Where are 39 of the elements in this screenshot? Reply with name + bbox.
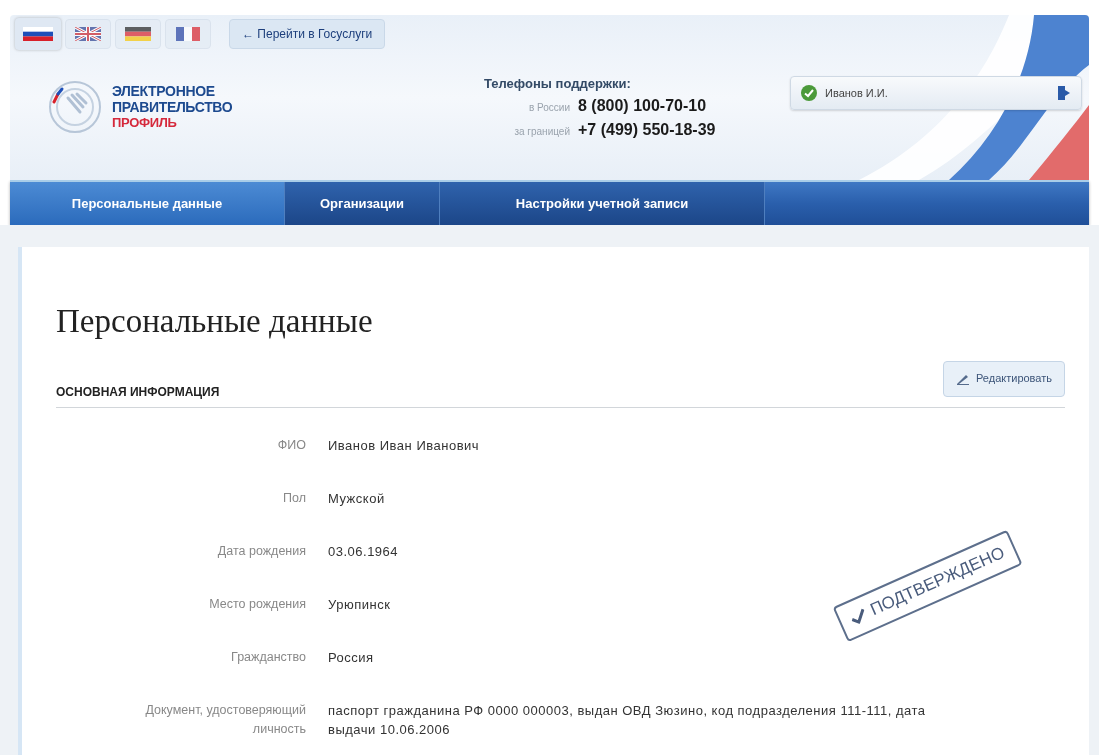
support-region-label: за границей [513,124,570,139]
british-flag-icon [75,27,101,41]
support-region-label: в России [527,100,570,115]
user-box[interactable]: Иванов И.И. [790,76,1082,110]
field-value: Иванов Иван Иванович [328,436,481,455]
language-button[interactable] [15,18,61,50]
field-value: Россия [328,648,375,667]
logo-title-line: ЭЛЕКТРОННОЕ [112,83,216,99]
logo-title-line: ПРАВИТЕЛЬСТВО [112,99,233,115]
nav-tab[interactable]: Организации [285,182,440,225]
logo-icon [48,78,102,136]
field-label: ФИО [277,436,306,454]
field-value: 03.06.1964 [328,542,400,561]
german-flag-icon [125,27,151,41]
field-label: Документ, удостоверяющий личность [144,701,306,738]
russian-flag-icon [23,27,53,41]
nav-tab[interactable]: Настройки учетной записи [440,182,765,225]
field-label: Пол [283,489,306,507]
gosuslugi-link-button[interactable]: ← Перейти в Госуслуги [229,19,386,49]
exit-door-icon[interactable] [1057,85,1071,101]
language-button[interactable] [115,19,161,49]
pencil-icon [956,372,970,385]
language-button[interactable] [65,19,111,49]
field-value: паспорт гражданина РФ 0000 000003, выдан ОВД Зюзино, код подразделения 111-111, дата выдачи 10.06.2006 [328,701,927,739]
field-label: Дата рождения [217,542,306,560]
user-name: Иванов И.И. [825,85,889,101]
field-label: Гражданство [231,648,306,666]
french-flag-icon [176,27,200,41]
section-title: ОСНОВНАЯ ИНФОРМАЦИЯ [56,383,220,401]
logo-subtitle: ПРОФИЛЬ [112,115,178,131]
support-title: Телефоны поддержки: [484,75,632,93]
nav-tab[interactable]: Персональные данные [10,182,285,225]
support-phone: 8 (800) 100-70-10 [578,95,707,116]
field-value: Мужской [328,489,386,508]
field-label: Место рождения [209,595,306,613]
language-button[interactable] [165,19,211,49]
page-title: Персональные данные [56,302,374,341]
support-phone: +7 (499) 550-18-39 [578,119,716,140]
edit-button[interactable]: Редактировать [943,360,1065,397]
